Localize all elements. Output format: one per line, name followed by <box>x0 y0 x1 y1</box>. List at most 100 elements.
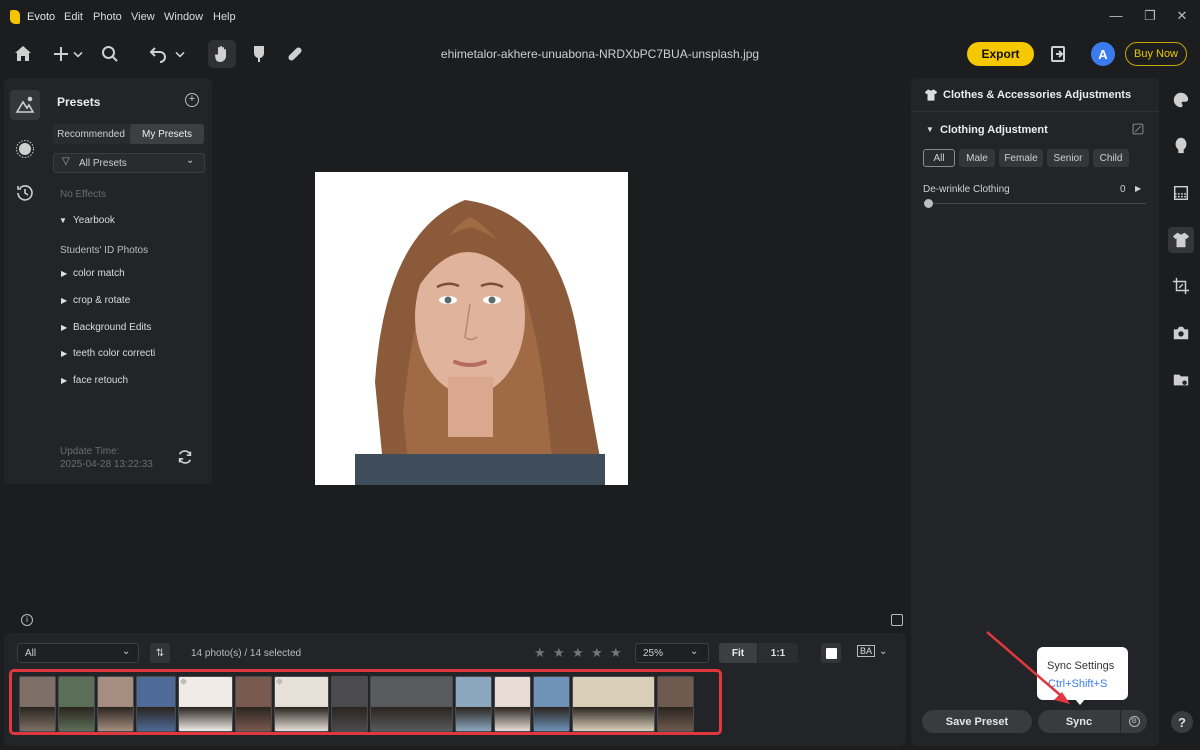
bandage-icon[interactable] <box>283 42 307 66</box>
buy-now-button[interactable]: Buy Now <box>1125 42 1187 66</box>
history-icon[interactable] <box>10 178 40 208</box>
filmstrip-thumbnail[interactable] <box>494 676 531 732</box>
menu-view[interactable]: View <box>131 11 155 23</box>
sync-settings-button[interactable]: ⚙ <box>1121 710 1147 733</box>
thumbnail-image <box>59 677 94 731</box>
filmstrip-thumbnail[interactable] <box>455 676 492 732</box>
star-icon[interactable]: ★ <box>591 645 603 661</box>
compare-view-icon[interactable] <box>891 614 903 626</box>
preset-item-color-match[interactable]: color match <box>73 268 125 279</box>
thumbnail-image <box>275 677 328 731</box>
caret-down-icon[interactable]: ▼ <box>59 216 67 225</box>
sort-icon[interactable]: ⇅ <box>150 643 170 663</box>
filmstrip-thumbnail[interactable] <box>572 676 655 732</box>
filmstrip-thumbnail[interactable] <box>331 676 368 732</box>
face-icon[interactable] <box>1170 134 1192 156</box>
tab-recommended[interactable]: Recommended <box>53 124 129 144</box>
preset-item-teeth-color[interactable]: teeth color correcti <box>73 348 155 359</box>
maximize-button[interactable]: ❐ <box>1140 8 1160 24</box>
preset-item-face-retouch[interactable]: face retouch <box>73 375 128 386</box>
menu-photo[interactable]: Photo <box>93 11 122 23</box>
fit-button[interactable]: Fit <box>719 643 757 663</box>
chip-all[interactable]: All <box>923 149 955 167</box>
chevron-down-icon[interactable] <box>70 42 86 66</box>
one-to-one-button[interactable]: 1:1 <box>758 643 798 663</box>
crop-icon[interactable] <box>1170 275 1192 297</box>
filmstrip-thumbnail[interactable] <box>235 676 272 732</box>
undo-history-chevron-icon[interactable] <box>172 42 188 66</box>
filmstrip-thumbnail[interactable] <box>533 676 570 732</box>
folder-icon[interactable] <box>1170 369 1192 391</box>
star-icon[interactable]: ★ <box>572 645 584 661</box>
filmstrip-thumbnail[interactable] <box>370 676 453 732</box>
filmstrip-thumbnail[interactable] <box>58 676 95 732</box>
add-preset-icon[interactable]: + <box>185 93 199 107</box>
caret-down-icon[interactable]: ▼ <box>926 125 934 134</box>
avatar[interactable]: A <box>1091 42 1115 66</box>
chip-female[interactable]: Female <box>999 149 1043 167</box>
menu-window[interactable]: Window <box>164 11 203 23</box>
before-after-icon[interactable]: BA <box>857 645 876 657</box>
single-view-button[interactable] <box>821 643 841 663</box>
canvas-photo[interactable] <box>315 172 628 485</box>
filmstrip-thumbnail[interactable] <box>178 676 233 732</box>
caret-right-icon[interactable]: ▶ <box>1135 184 1141 193</box>
undo-icon[interactable] <box>146 42 170 66</box>
no-effects-item[interactable]: No Effects <box>60 189 106 200</box>
preset-item-crop-rotate[interactable]: crop & rotate <box>73 295 130 306</box>
filmstrip-thumbnail[interactable] <box>19 676 56 732</box>
star-icon[interactable]: ★ <box>553 645 565 661</box>
export-button[interactable]: Export <box>967 42 1034 66</box>
dewrinkle-slider-thumb[interactable] <box>924 199 933 208</box>
thumbnail-image <box>573 677 654 731</box>
filmstrip-thumbnail[interactable] <box>97 676 134 732</box>
filmstrip-thumbnail[interactable] <box>657 676 694 732</box>
save-preset-button[interactable]: Save Preset <box>922 710 1032 733</box>
filmstrip-thumbnail[interactable] <box>274 676 329 732</box>
menu-edit[interactable]: Edit <box>64 11 83 23</box>
thumbnail-image <box>236 677 271 731</box>
reset-icon[interactable] <box>1131 122 1145 136</box>
search-icon[interactable] <box>98 42 122 66</box>
tooltip-tail <box>1074 698 1086 705</box>
preset-group-yearbook[interactable]: Yearbook <box>73 215 115 226</box>
filter-icon: ▽ <box>62 156 70 167</box>
filmstrip-thumbnail[interactable] <box>136 676 176 732</box>
close-button[interactable]: ✕ <box>1172 8 1192 24</box>
caret-right-icon[interactable]: ▶ <box>61 349 67 358</box>
dewrinkle-value[interactable]: 0 <box>1120 184 1126 195</box>
section-title[interactable]: Clothing Adjustment <box>940 124 1048 136</box>
background-icon[interactable] <box>1170 182 1192 204</box>
chevron-down-icon[interactable]: ⌄ <box>879 646 887 657</box>
hand-icon[interactable] <box>208 40 236 68</box>
preset-filter-dropdown[interactable] <box>53 153 205 173</box>
chip-senior[interactable]: Senior <box>1047 149 1089 167</box>
menu-help[interactable]: Help <box>213 11 236 23</box>
caret-right-icon[interactable]: ▶ <box>61 376 67 385</box>
star-icon[interactable]: ★ <box>610 645 622 661</box>
brush-icon[interactable] <box>247 42 271 66</box>
share-icon[interactable] <box>1046 42 1070 66</box>
presets-icon[interactable] <box>10 90 40 120</box>
info-icon[interactable]: i <box>21 614 33 626</box>
clothes-icon[interactable] <box>1168 227 1194 253</box>
caret-right-icon[interactable]: ▶ <box>61 296 67 305</box>
caret-right-icon[interactable]: ▶ <box>61 323 67 332</box>
refresh-icon[interactable] <box>176 448 194 466</box>
minimize-button[interactable]: — <box>1106 8 1126 23</box>
camera-icon[interactable] <box>1170 322 1192 344</box>
palette-icon[interactable] <box>1170 89 1192 111</box>
tooltip-title: Sync Settings <box>1047 660 1115 672</box>
sync-button[interactable]: Sync <box>1038 710 1120 733</box>
chip-child[interactable]: Child <box>1093 149 1129 167</box>
effects-icon[interactable] <box>10 134 40 164</box>
tab-my-presets[interactable]: My Presets <box>130 124 204 144</box>
dewrinkle-slider-track[interactable] <box>928 203 1146 204</box>
preset-item-background-edits[interactable]: Background Edits <box>73 322 151 333</box>
star-icon[interactable]: ★ <box>534 645 546 661</box>
chevron-down-icon: ⌄ <box>690 646 699 657</box>
home-icon[interactable] <box>11 42 35 66</box>
caret-right-icon[interactable]: ▶ <box>61 269 67 278</box>
chip-male[interactable]: Male <box>959 149 995 167</box>
help-icon[interactable]: ? <box>1171 711 1193 733</box>
